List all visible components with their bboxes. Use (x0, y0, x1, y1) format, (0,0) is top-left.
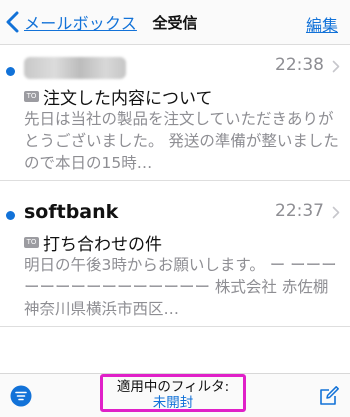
filter-icon[interactable] (10, 385, 32, 407)
compose-icon[interactable] (318, 385, 340, 407)
subject-line: TO 打ち合わせの件 (24, 230, 162, 255)
back-to-mailboxes-button[interactable]: メールボックス (4, 10, 137, 34)
message-preview: 先日は当社の製品を注文していただきありがとうございました。 発送の準備が整いまし… (24, 110, 339, 172)
edit-button[interactable]: 編集 (306, 12, 338, 36)
message-row[interactable]: 22:38 TO 注文した内容について 先日は当社の製品を注文していただきありが… (0, 45, 350, 181)
filter-heading: 適用中のフィルタ: (116, 379, 230, 395)
chevron-right-icon (332, 60, 340, 73)
message-time: 22:37 (275, 201, 324, 221)
message-tag-icon: TO (24, 91, 39, 102)
chevron-right-icon (332, 206, 340, 219)
message-time: 22:38 (275, 55, 324, 75)
message-row[interactable]: softbank 22:37 TO 打ち合わせの件 明日の午後3時からお願いしま… (0, 191, 350, 327)
message-subject: 打ち合わせの件 (43, 235, 162, 255)
navigation-bar: メールボックス 全受信 編集 (0, 0, 350, 45)
subject-line: TO 注文した内容について (24, 84, 213, 109)
filter-value: 未開封 (152, 395, 194, 411)
unread-indicator (6, 67, 15, 76)
bottom-toolbar: 適用中のフィルタ: 未開封 (0, 373, 350, 417)
obscured-sender (24, 57, 126, 79)
message-sender: softbank (24, 201, 119, 223)
active-filter-indicator[interactable]: 適用中のフィルタ: 未開封 (100, 374, 246, 412)
message-preview: 明日の午後3時からお願いします。 ー ーーーーーーーーーーーーーーー 株式会社 … (24, 256, 337, 318)
message-tag-icon: TO (24, 237, 39, 248)
chevron-left-icon (6, 11, 19, 33)
message-subject: 注文した内容について (43, 89, 213, 109)
message-list: 22:38 TO 注文した内容について 先日は当社の製品を注文していただきありが… (0, 45, 350, 327)
unread-indicator (6, 211, 15, 220)
back-button-label: メールボックス (24, 14, 137, 33)
